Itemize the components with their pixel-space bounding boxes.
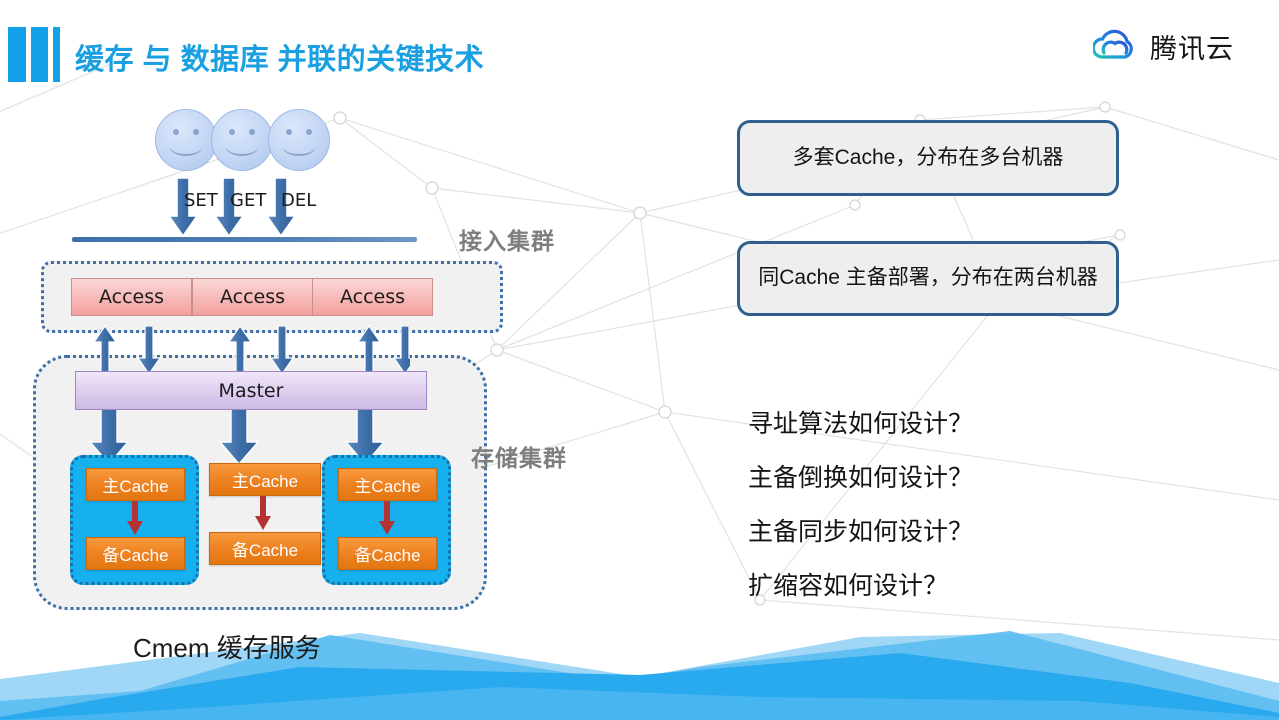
- backup-cache-label: 备Cache: [354, 546, 421, 565]
- backup-cache-box[interactable]: 备Cache: [209, 532, 321, 565]
- accent-bar-2: [31, 27, 48, 82]
- master-node-label: Master: [218, 379, 284, 402]
- eye-right: [306, 129, 312, 135]
- backup-cache-label: 备Cache: [231, 541, 299, 560]
- brand-name: 腾讯云: [1150, 34, 1234, 65]
- access-node-3[interactable]: Access: [312, 278, 433, 316]
- eye-left: [229, 129, 235, 135]
- access-node-1[interactable]: Access: [71, 278, 192, 316]
- backup-cache-label: 备Cache: [102, 546, 169, 565]
- diagram-caption: Cmem 缓存服务: [133, 633, 321, 663]
- eye-left: [173, 129, 179, 135]
- page-title: 缓存 与 数据库 并联的关键技术: [75, 44, 485, 76]
- sync-arrow-icon-3: [379, 501, 395, 535]
- access-node-label: Access: [339, 286, 406, 308]
- question-item-2: 主备倒换如何设计？: [748, 464, 974, 492]
- operation-label-get: GET: [230, 190, 267, 211]
- cache-group-1[interactable]: 主Cache 备Cache: [70, 455, 199, 585]
- access-node-2[interactable]: Access: [192, 278, 313, 316]
- cloud-icon: [1093, 29, 1133, 59]
- eye-left: [286, 129, 292, 135]
- callout-box-1: 多套Cache，分布在多台机器: [737, 120, 1119, 196]
- backup-cache-box[interactable]: 备Cache: [86, 537, 185, 570]
- callout-text: 多套Cache，分布在多台机器: [792, 145, 1064, 169]
- primary-cache-box[interactable]: 主Cache: [338, 468, 437, 501]
- access-node-label: Access: [98, 286, 165, 308]
- accent-bar-1: [8, 27, 26, 82]
- smile-mouth: [283, 138, 315, 156]
- callout-text: 同Cache 主备部署，分布在两台机器: [758, 266, 1098, 290]
- cache-group-2[interactable]: 主Cache 备Cache: [199, 455, 322, 579]
- slide-canvas: 缓存 与 数据库 并联的关键技术 腾讯云 SET GET DEL 接入集群 Ac…: [0, 0, 1279, 720]
- callout-box-2: 同Cache 主备部署，分布在两台机器: [737, 241, 1119, 316]
- eye-right: [193, 129, 199, 135]
- access-cluster-label: 接入集群: [459, 228, 555, 254]
- question-item-1: 寻址算法如何设计？: [748, 410, 974, 438]
- primary-cache-label: 主Cache: [354, 477, 421, 496]
- backup-cache-box[interactable]: 备Cache: [338, 537, 437, 570]
- smile-mouth: [170, 138, 202, 156]
- sync-arrow-icon-2: [255, 496, 271, 530]
- master-node[interactable]: Master: [75, 371, 427, 410]
- operation-label-del: DEL: [281, 190, 317, 211]
- title-accent-bars: [8, 27, 62, 82]
- client-smiley-icon-3: [268, 109, 330, 171]
- access-node-label: Access: [219, 286, 286, 308]
- smile-mouth: [226, 138, 258, 156]
- primary-cache-label: 主Cache: [102, 477, 169, 496]
- question-item-3: 主备同步如何设计？: [748, 518, 974, 546]
- sync-arrow-icon-1: [127, 501, 143, 535]
- eye-right: [249, 129, 255, 135]
- client-smiley-icon-1: [155, 109, 217, 171]
- storage-cluster-label: 存储集群: [471, 445, 567, 471]
- client-smiley-icon-2: [211, 109, 273, 171]
- primary-cache-box[interactable]: 主Cache: [86, 468, 185, 501]
- operation-label-set: SET: [184, 190, 218, 211]
- accent-bar-3: [53, 27, 60, 82]
- access-master-arrows: [92, 326, 410, 374]
- brand-logo: 腾讯云: [1093, 27, 1234, 66]
- question-item-4: 扩缩容如何设计？: [748, 572, 949, 600]
- primary-cache-box[interactable]: 主Cache: [209, 463, 321, 496]
- cache-group-3[interactable]: 主Cache 备Cache: [322, 455, 451, 585]
- primary-cache-label: 主Cache: [231, 472, 299, 491]
